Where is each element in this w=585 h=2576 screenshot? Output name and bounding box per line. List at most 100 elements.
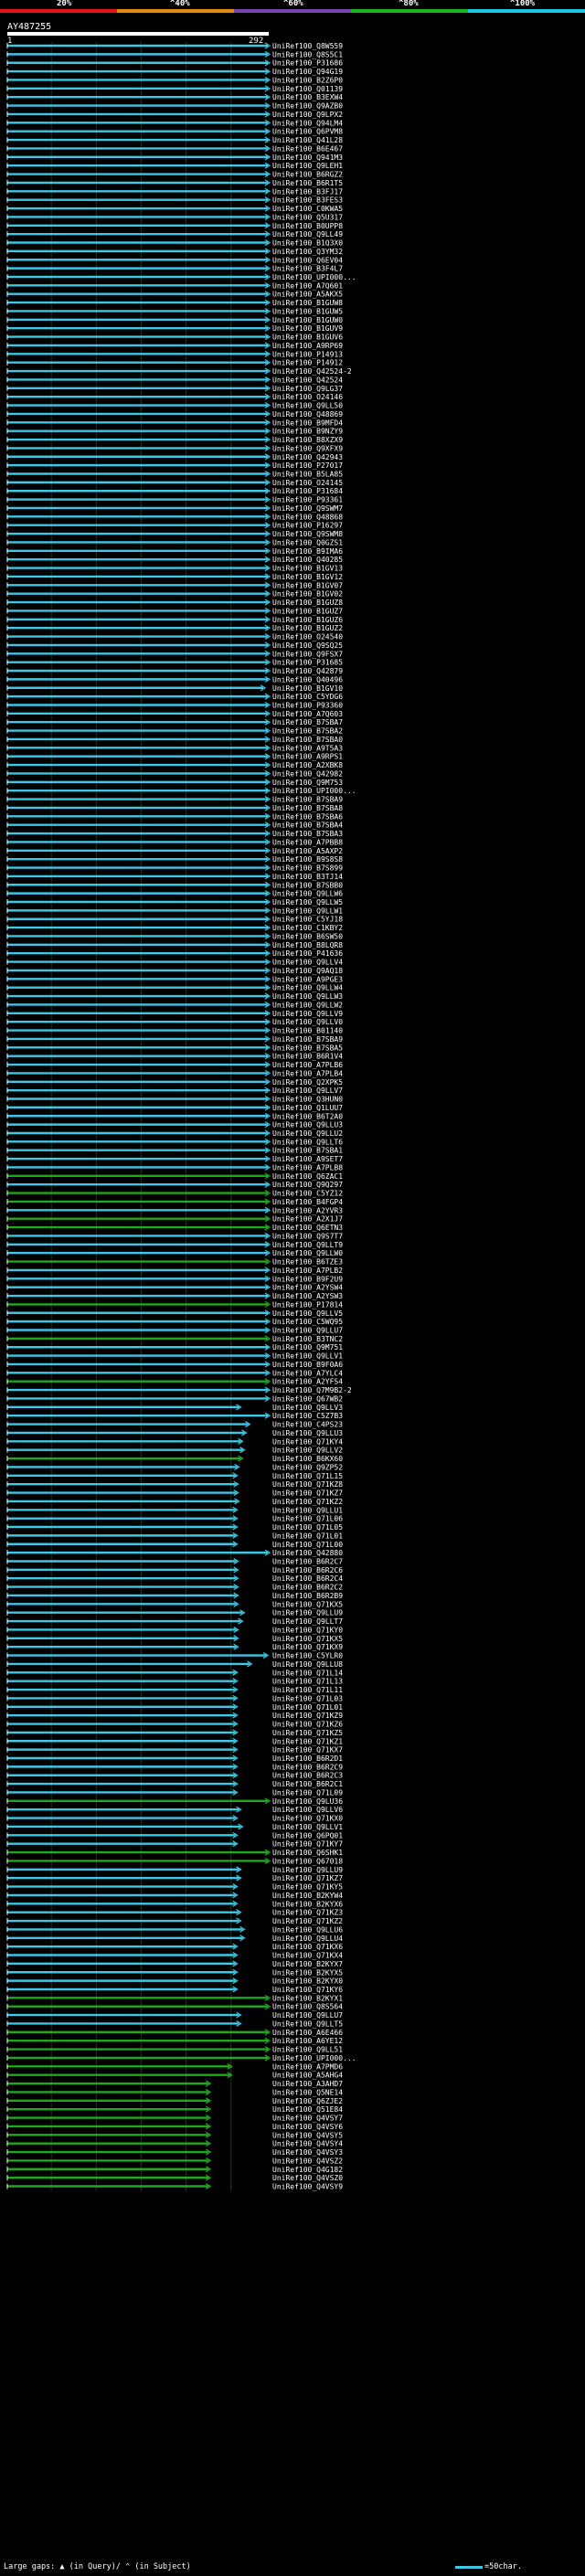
- hit-row[interactable]: UniRef100_Q4G182: [6, 2166, 343, 2174]
- hit-label[interactable]: UniRef100_Q71KX7: [272, 1746, 343, 1754]
- hit-row[interactable]: UniRef100_Q71KY0: [6, 1626, 343, 1634]
- hit-label[interactable]: UniRef100_B3FES3: [272, 196, 343, 205]
- hit-row[interactable]: UniRef100_Q4VSY7: [6, 2115, 343, 2123]
- hit-row[interactable]: UniRef100_B6TZE3: [6, 1258, 343, 1267]
- hit-row[interactable]: UniRef100_B6R2C4: [6, 1574, 343, 1583]
- hit-row[interactable]: UniRef100_B1GV02: [6, 590, 343, 599]
- hit-row[interactable]: UniRef100_Q9LLU6: [6, 1925, 343, 1934]
- hit-row[interactable]: UniRef100_Q71L05: [6, 1523, 343, 1532]
- hit-row[interactable]: UniRef100_Q3YM32: [6, 248, 343, 256]
- hit-label[interactable]: UniRef100_A7PLB8: [272, 1163, 343, 1171]
- hit-row[interactable]: UniRef100_P41636: [6, 949, 343, 958]
- hit-label[interactable]: UniRef100_Q6SHK1: [272, 1849, 343, 1857]
- hit-row[interactable]: UniRef100_Q71KZ5: [6, 1729, 343, 1737]
- hit-row[interactable]: UniRef100_A7PMD6: [6, 2062, 343, 2071]
- hit-label[interactable]: UniRef100_Q51E84: [272, 2105, 343, 2114]
- hit-row[interactable]: UniRef100_Q5NE14: [6, 2088, 343, 2096]
- hit-row[interactable]: UniRef100_B7SBA5: [6, 1044, 343, 1052]
- hit-row[interactable]: UniRef100_Q71KX9: [6, 1643, 343, 1651]
- hit-label[interactable]: UniRef100_Q71KZ7: [272, 1489, 343, 1498]
- hit-label[interactable]: UniRef100_B6TZE3: [272, 1258, 343, 1267]
- hit-row[interactable]: UniRef100_B1GUV9: [6, 324, 343, 333]
- hit-row[interactable]: UniRef100_Q6ZAC1: [6, 1172, 343, 1181]
- hit-row[interactable]: UniRef100_B7SBA0: [6, 736, 343, 744]
- hit-row[interactable]: UniRef100_A7YLC4: [6, 1369, 343, 1377]
- hit-row[interactable]: UniRef100_P16297: [6, 522, 343, 530]
- hit-row[interactable]: UniRef100_Q9LLU4: [6, 1935, 343, 1943]
- hit-label[interactable]: UniRef100_Q5U317: [272, 213, 343, 221]
- hit-label[interactable]: UniRef100_Q71L00: [272, 1541, 343, 1549]
- hit-label[interactable]: UniRef100_A2X1J7: [272, 1215, 343, 1224]
- hit-label[interactable]: UniRef100_B6R2C6: [272, 1566, 343, 1574]
- hit-label[interactable]: UniRef100_B3TJ14: [272, 873, 343, 881]
- hit-label[interactable]: UniRef100_Q9LLV0: [272, 1018, 343, 1026]
- hit-row[interactable]: UniRef100_Q9LLV0: [6, 1018, 343, 1026]
- hit-label[interactable]: UniRef100_B8LQR8: [272, 941, 343, 949]
- hit-label[interactable]: UniRef100_B9MFD4: [272, 419, 343, 427]
- hit-label[interactable]: UniRef100_Q6PQ01: [272, 1831, 343, 1839]
- hit-label[interactable]: UniRef100_Q9M751: [272, 1343, 343, 1352]
- hit-label[interactable]: UniRef100_Q71L15: [272, 1472, 343, 1480]
- hit-row[interactable]: UniRef100_Q6ZJE2: [6, 2097, 343, 2105]
- hit-label[interactable]: UniRef100_Q71L01: [272, 1532, 343, 1540]
- hit-row[interactable]: UniRef100_B1GV12: [6, 573, 343, 581]
- hit-label[interactable]: UniRef100_Q9LLV6: [272, 1806, 343, 1814]
- hit-row[interactable]: UniRef100_Q71KY6: [6, 1986, 343, 1994]
- hit-row[interactable]: UniRef100_B2KYX5: [6, 1968, 343, 1977]
- hit-row[interactable]: UniRef100_B7SBB0: [6, 881, 343, 889]
- hit-row[interactable]: UniRef100_Q9LLU3: [6, 1121, 343, 1129]
- hit-row[interactable]: UniRef100_B1GUZ7: [6, 607, 343, 615]
- hit-row[interactable]: UniRef100_O24145: [6, 479, 343, 487]
- hit-label[interactable]: UniRef100_B1GUV9: [272, 324, 343, 333]
- hit-row[interactable]: UniRef100_C4PS23: [6, 1421, 343, 1429]
- hit-label[interactable]: UniRef100_B1GUV6: [272, 334, 343, 342]
- hit-label[interactable]: UniRef100_Q9LLU1: [272, 1506, 343, 1514]
- hit-label[interactable]: UniRef100_B1GUZ2: [272, 624, 343, 632]
- hit-label[interactable]: UniRef100_Q9LLW2: [272, 1001, 343, 1009]
- hit-row[interactable]: UniRef100_Q9LLT9: [6, 1241, 343, 1249]
- hit-label[interactable]: UniRef100_Q71KX6: [272, 1943, 343, 1951]
- hit-row[interactable]: UniRef100_P93360: [6, 701, 343, 709]
- hit-label[interactable]: UniRef100_B3TNC2: [272, 1335, 343, 1343]
- hit-row[interactable]: UniRef100_Q9LL49: [6, 230, 343, 239]
- hit-label[interactable]: UniRef100_Q9LLW0: [272, 1249, 343, 1257]
- hit-label[interactable]: UniRef100_UPI000...: [272, 273, 356, 281]
- hit-row[interactable]: UniRef100_Q71KZ6: [6, 1721, 343, 1729]
- hit-label[interactable]: UniRef100_Q71KX5: [272, 1635, 343, 1643]
- hit-label[interactable]: UniRef100_Q71L11: [272, 1686, 343, 1694]
- hit-row[interactable]: UniRef100_B7SBA8: [6, 804, 343, 812]
- hit-row[interactable]: UniRef100_B4FGP4: [6, 1198, 343, 1206]
- hit-label[interactable]: UniRef100_O24146: [272, 393, 343, 401]
- hit-row[interactable]: UniRef100_Q9LLU2: [6, 1129, 343, 1138]
- hit-row[interactable]: UniRef100_B1GV13: [6, 565, 343, 573]
- hit-row[interactable]: UniRef100_A7PBB8: [6, 838, 343, 846]
- hit-row[interactable]: UniRef100_UPI000...: [6, 273, 356, 281]
- hit-row[interactable]: UniRef100_Q71KZ7: [6, 1489, 343, 1498]
- hit-label[interactable]: UniRef100_B9F2U9: [272, 1275, 343, 1283]
- hit-label[interactable]: UniRef100_B1GUW5: [272, 307, 343, 315]
- hit-row[interactable]: UniRef100_C5WQ95: [6, 1318, 343, 1326]
- hit-label[interactable]: UniRef100_Q9LLU3: [272, 1121, 343, 1129]
- hit-label[interactable]: UniRef100_Q9LLU3: [272, 1429, 343, 1437]
- hit-row[interactable]: UniRef100_Q71KX0: [6, 1815, 343, 1823]
- hit-row[interactable]: UniRef100_A2YSW4: [6, 1284, 343, 1292]
- hit-label[interactable]: UniRef100_Q9M753: [272, 779, 343, 787]
- hit-row[interactable]: UniRef100_Q3HUN0: [6, 1096, 343, 1104]
- hit-label[interactable]: UniRef100_B8XZX9: [272, 436, 343, 444]
- hit-row[interactable]: UniRef100_Q4VSY4: [6, 2140, 343, 2148]
- hit-row[interactable]: UniRef100_P14912: [6, 359, 343, 367]
- hit-row[interactable]: UniRef100_Q67WB2: [6, 1394, 343, 1403]
- hit-label[interactable]: UniRef100_Q71KZ1: [272, 1737, 343, 1745]
- hit-row[interactable]: UniRef100_A3AHD7: [6, 2080, 343, 2088]
- hit-row[interactable]: UniRef100_Q42880: [6, 1549, 343, 1557]
- hit-label[interactable]: UniRef100_Q9LLV1: [272, 1823, 343, 1831]
- hit-label[interactable]: UniRef100_Q40496: [272, 675, 343, 684]
- hit-row[interactable]: UniRef100_Q71L14: [6, 1669, 343, 1677]
- hit-label[interactable]: UniRef100_B6R2C9: [272, 1763, 343, 1771]
- hit-row[interactable]: UniRef100_A2XBK8: [6, 761, 343, 769]
- hit-row[interactable]: UniRef100_Q9LEH1: [6, 162, 343, 170]
- hit-label[interactable]: UniRef100_Q9Q297: [272, 1181, 343, 1189]
- hit-row[interactable]: UniRef100_B6RGZ2: [6, 171, 343, 179]
- hit-row[interactable]: UniRef100_Q9LLV1: [6, 1352, 343, 1361]
- hit-row[interactable]: UniRef100_Q9Q297: [6, 1181, 343, 1189]
